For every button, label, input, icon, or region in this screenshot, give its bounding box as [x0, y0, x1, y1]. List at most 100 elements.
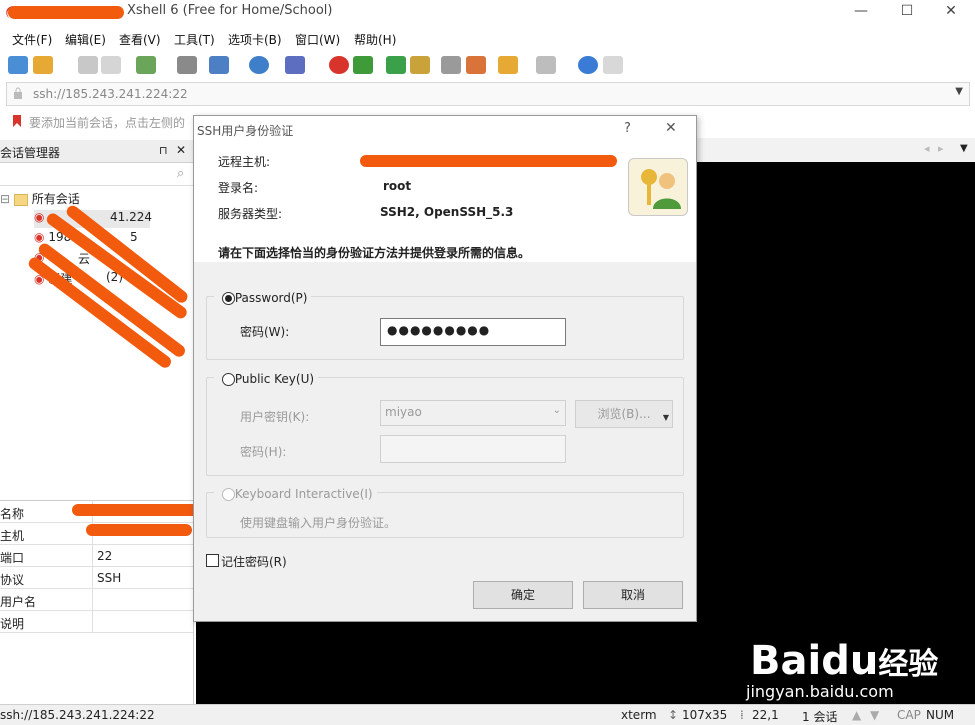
- keyboard-radio[interactable]: [222, 488, 235, 501]
- keyboard-icon[interactable]: [441, 56, 461, 74]
- prop-key: 端口: [0, 551, 25, 565]
- publickey-method-label: Public Key(U): [234, 372, 315, 386]
- lock-icon[interactable]: [410, 56, 430, 74]
- menu-bar: 文件(F) 编辑(E) 查看(V) 工具(T) 选项卡(B) 窗口(W) 帮助(…: [0, 28, 975, 50]
- status-num: NUM: [926, 708, 955, 722]
- lock-icon: [14, 87, 22, 99]
- tab-scroll-right-icon[interactable]: ▸: [938, 142, 944, 155]
- window-title: Xshell 6 (Free for Home/School): [127, 3, 333, 18]
- bookmark-icon: [13, 115, 21, 127]
- keyboard-description: 使用键盘输入用户身份验证。: [240, 516, 397, 530]
- remote-host-label: 远程主机:: [218, 155, 271, 169]
- menu-edit[interactable]: 编辑(E): [65, 31, 106, 48]
- properties-table: 名称 主机 端口 22 协议 SSH 用户名 说明: [0, 500, 193, 633]
- size-icon: ↕: [668, 708, 679, 722]
- dialog-body: 请在下面选择恰当的身份验证方法并提供登录所需的信息。 Password(P) 密…: [194, 232, 696, 621]
- search-icon[interactable]: ⌕: [177, 166, 184, 181]
- status-sessions: 1 会话: [802, 710, 838, 724]
- layout-icon[interactable]: [209, 56, 229, 74]
- server-type-label: 服务器类型:: [218, 207, 283, 221]
- ok-button[interactable]: 确定: [473, 581, 573, 609]
- arrow-down-icon[interactable]: ▼: [870, 708, 879, 722]
- table-row: 用户名: [0, 589, 193, 611]
- tab-menu-icon[interactable]: ▼: [960, 143, 968, 154]
- address-value: ssh://185.243.241.224:22: [33, 87, 188, 101]
- menu-file[interactable]: 文件(F): [12, 31, 52, 48]
- dialog-close-icon[interactable]: ✕: [665, 120, 677, 136]
- globe-icon[interactable]: [249, 56, 269, 74]
- publickey-radio[interactable]: [222, 373, 235, 386]
- xftp-icon[interactable]: [353, 56, 373, 74]
- prop-value: 22: [97, 549, 113, 563]
- dropdown-arrow-icon: ▼: [662, 413, 669, 422]
- maximize-button[interactable]: ☐: [884, 0, 930, 24]
- tree-item-label: 41.224: [110, 210, 152, 224]
- highlight-icon[interactable]: [466, 56, 486, 74]
- watermark-url: jingyan.baidu.com: [746, 682, 894, 701]
- disconnect-icon[interactable]: [101, 56, 121, 74]
- passphrase-field[interactable]: [380, 435, 566, 463]
- tree-root[interactable]: ⊟ 所有会话: [0, 190, 80, 208]
- prop-key: 主机: [0, 529, 25, 543]
- table-row: 协议 SSH: [0, 567, 193, 589]
- add-folder-icon[interactable]: [498, 56, 518, 74]
- close-window-button[interactable]: ✕: [928, 0, 974, 24]
- help-icon[interactable]: [578, 56, 598, 74]
- publickey-option[interactable]: Public Key(U): [214, 370, 319, 388]
- dialog-header: 远程主机: 登录名: root 服务器类型: SSH2, OpenSSH_5.3: [194, 142, 696, 234]
- keyboard-option[interactable]: Keyboard Interactive(I): [214, 485, 377, 503]
- arrow-up-icon[interactable]: ▲: [852, 708, 861, 722]
- prop-key: 用户名: [0, 595, 37, 609]
- status-address: ssh://185.243.241.224:22: [0, 708, 155, 722]
- password-field[interactable]: ●●●●●●●●●: [380, 318, 566, 346]
- panel-close-icon[interactable]: ✕: [176, 143, 186, 157]
- menu-view[interactable]: 查看(V): [119, 31, 161, 48]
- user-key-label: 用户密钥(K):: [240, 410, 310, 424]
- chat-icon[interactable]: [603, 56, 623, 74]
- address-bar[interactable]: ssh://185.243.241.224:22 ▼: [6, 82, 970, 106]
- password-label: 密码(W):: [240, 325, 290, 339]
- prop-key: 说明: [0, 617, 25, 631]
- menu-help[interactable]: 帮助(H): [354, 31, 396, 48]
- fullscreen-icon[interactable]: [386, 56, 406, 74]
- minimize-button[interactable]: —: [838, 0, 884, 24]
- new-tab-icon[interactable]: [136, 56, 156, 74]
- find-icon[interactable]: [177, 56, 197, 74]
- status-bar: ssh://185.243.241.224:22 xterm ↕ 107x35 …: [0, 704, 975, 725]
- instruction-text: 请在下面选择恰当的身份验证方法并提供登录所需的信息。: [218, 246, 531, 260]
- compose-icon[interactable]: [536, 56, 556, 74]
- pin-icon[interactable]: ⊓: [159, 144, 168, 157]
- session-icon: ◉: [34, 230, 45, 244]
- status-term: xterm: [621, 708, 657, 722]
- tab-scroll-left-icon[interactable]: ◂: [924, 142, 930, 155]
- session-search[interactable]: ⌕: [0, 165, 193, 186]
- cancel-button[interactable]: 取消: [583, 581, 683, 609]
- password-radio[interactable]: [222, 292, 235, 305]
- keyboard-method-label: Keyboard Interactive(I): [234, 487, 373, 501]
- user-key-select[interactable]: miyao ⌄: [380, 400, 566, 426]
- browse-button[interactable]: 浏览(B)... ▼: [575, 400, 673, 428]
- chevron-down-icon[interactable]: ▼: [955, 86, 963, 97]
- login-label: 登录名:: [218, 181, 259, 195]
- open-folder-icon[interactable]: [33, 56, 53, 74]
- new-session-icon[interactable]: [8, 56, 28, 74]
- redacted-host: [86, 524, 192, 536]
- xshell-icon[interactable]: [329, 56, 349, 74]
- session-manager-header: 会话管理器 ⊓ ✕: [0, 140, 193, 163]
- tree-item-label: 5: [130, 230, 138, 244]
- dialog-title: SSH用户身份验证: [197, 124, 294, 138]
- connect-icon[interactable]: [78, 56, 98, 74]
- menu-tabs[interactable]: 选项卡(B): [228, 31, 282, 48]
- remember-checkbox[interactable]: [206, 554, 219, 567]
- login-value: root: [383, 179, 412, 193]
- status-size: 107x35: [682, 708, 728, 722]
- password-option[interactable]: Password(P): [214, 289, 312, 307]
- menu-window[interactable]: 窗口(W): [295, 31, 340, 48]
- watermark-brand: Baidu经验: [750, 638, 939, 684]
- help-icon[interactable]: ?: [624, 121, 631, 136]
- dialog-title-bar: SSH用户身份验证 ? ✕: [194, 116, 696, 142]
- prop-value: SSH: [97, 571, 122, 585]
- menu-tools[interactable]: 工具(T): [174, 31, 215, 48]
- tree-root-label: 所有会话: [31, 192, 80, 206]
- font-icon[interactable]: [285, 56, 305, 74]
